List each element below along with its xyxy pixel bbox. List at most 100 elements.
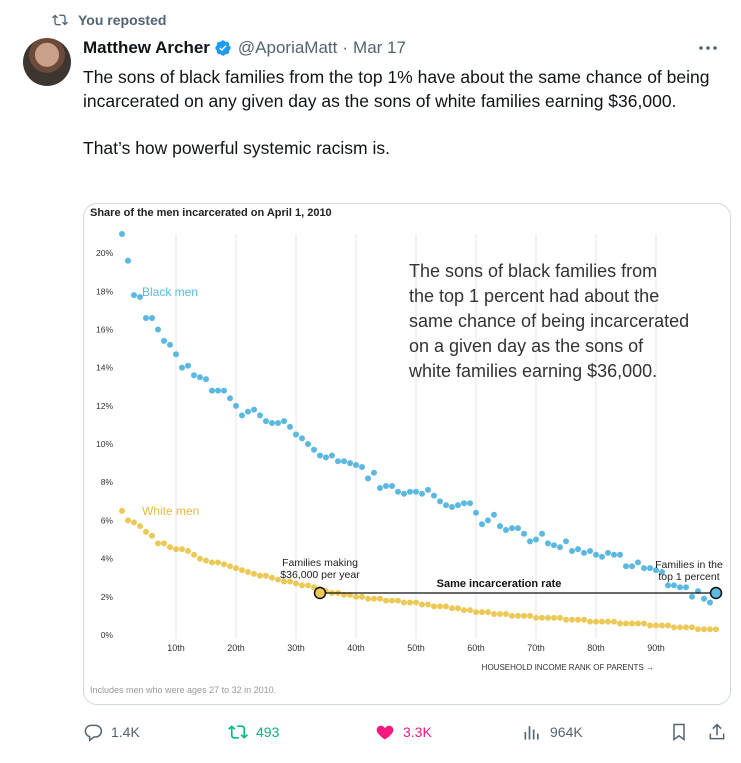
point-white-men: [659, 622, 665, 629]
point-white-men: [449, 605, 455, 612]
tweet-date[interactable]: Mar 17: [353, 38, 406, 58]
point-black-men: [191, 372, 197, 379]
like-count: 3.3K: [403, 724, 432, 740]
point-black-men: [497, 523, 503, 530]
label-families-making: Families making $36,000 per year: [280, 557, 360, 581]
point-black-men: [377, 484, 383, 491]
x-tick-label: 40th: [347, 643, 365, 653]
point-white-men: [527, 612, 533, 619]
like-button[interactable]: 3.3K: [375, 722, 432, 742]
point-black-men: [473, 509, 479, 516]
point-white-men: [473, 609, 479, 616]
point-white-men: [185, 547, 191, 554]
x-tick-label: 30th: [287, 643, 305, 653]
point-black-men: [269, 420, 275, 427]
point-white-men: [509, 612, 515, 619]
point-white-men: [179, 546, 185, 553]
point-white-men: [515, 612, 521, 619]
share-icon[interactable]: [707, 722, 727, 742]
point-black-men: [455, 502, 461, 509]
point-white-men: [665, 622, 671, 629]
y-tick-label: 8%: [101, 477, 114, 487]
point-white-men: [677, 624, 683, 631]
reply-button[interactable]: 1.4K: [83, 722, 140, 742]
point-white-men: [611, 618, 617, 625]
point-black-men: [683, 584, 689, 591]
point-white-men: [551, 614, 557, 621]
point-black-men: [299, 435, 305, 442]
point-white-men: [545, 614, 551, 621]
x-tick-label: 60th: [467, 643, 485, 653]
point-black-men: [293, 431, 299, 438]
x-tick-label: 70th: [527, 643, 545, 653]
point-white-men: [143, 528, 149, 535]
y-tick-label: 6%: [101, 515, 114, 525]
point-black-men: [629, 563, 635, 570]
tweet-media-chart[interactable]: Share of the men incarcerated on April 1…: [83, 203, 731, 705]
point-black-men: [503, 526, 509, 533]
point-black-men: [227, 395, 233, 402]
y-tick-label: 14%: [96, 363, 113, 373]
author-name[interactable]: Matthew Archer: [83, 38, 210, 58]
point-black-men: [587, 547, 593, 554]
avatar[interactable]: [23, 38, 71, 86]
repost-banner-text: You reposted: [78, 12, 167, 28]
point-white-men: [455, 605, 461, 612]
highlight-point-top1: [709, 586, 723, 600]
point-black-men: [539, 530, 545, 537]
y-tick-label: 10%: [96, 439, 113, 449]
point-black-men: [185, 362, 191, 369]
chart-title: Share of the men incarcerated on April 1…: [90, 207, 332, 219]
point-black-men: [623, 563, 629, 570]
point-black-men: [119, 231, 125, 237]
point-white-men: [653, 622, 659, 629]
point-white-men: [707, 626, 713, 633]
point-black-men: [257, 412, 263, 419]
point-black-men: [131, 292, 137, 299]
point-black-men: [419, 490, 425, 497]
point-black-men: [341, 458, 347, 465]
point-white-men: [647, 622, 653, 629]
repost-action-icon: [228, 725, 248, 739]
views-button[interactable]: 964K: [522, 722, 583, 742]
point-black-men: [233, 402, 239, 409]
tweet-text: The sons of black families from the top …: [83, 67, 710, 158]
y-tick-label: 4%: [101, 554, 114, 564]
repost-count: 493: [256, 724, 280, 740]
point-black-men: [593, 551, 599, 558]
point-white-men: [629, 620, 635, 627]
chart-annotation: The sons of black families from the top 1…: [408, 261, 689, 381]
point-black-men: [203, 376, 209, 383]
repost-button[interactable]: 493: [228, 722, 279, 742]
point-white-men: [593, 618, 599, 625]
point-black-men: [197, 374, 203, 381]
point-white-men: [689, 624, 695, 631]
point-white-men: [701, 626, 707, 633]
point-white-men: [485, 609, 491, 616]
more-options-icon[interactable]: [695, 38, 721, 58]
point-black-men: [431, 492, 437, 499]
legend-label-black: Black men: [142, 285, 198, 299]
point-black-men: [347, 460, 353, 467]
point-black-men: [329, 452, 335, 459]
x-tick-label: 50th: [407, 643, 425, 653]
bookmark-icon[interactable]: [669, 722, 689, 742]
point-white-men: [491, 610, 497, 617]
point-black-men: [443, 502, 449, 509]
point-black-men: [533, 536, 539, 543]
point-black-men: [641, 565, 647, 572]
point-white-men: [149, 532, 155, 539]
point-black-men: [563, 538, 569, 545]
repost-icon: [52, 14, 68, 26]
point-white-men: [605, 618, 611, 625]
point-white-men: [503, 610, 509, 617]
point-black-men: [545, 540, 551, 547]
point-white-men: [569, 616, 575, 623]
point-white-men: [251, 570, 257, 577]
point-white-men: [623, 620, 629, 627]
author-handle[interactable]: @AporiaMatt: [238, 38, 337, 58]
point-black-men: [647, 565, 653, 572]
point-white-men: [425, 601, 431, 608]
point-black-men: [701, 595, 707, 602]
point-white-men: [389, 597, 395, 604]
